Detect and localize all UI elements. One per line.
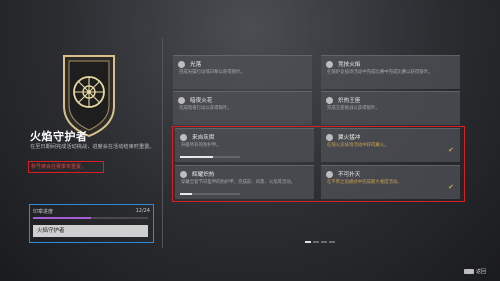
- triumph-card[interactable]: 暗夜火花 完成暗夜行动以获得银叶。: [173, 91, 312, 125]
- seal-progress-highlight: 印章进度 12/24 火焰守护者: [29, 204, 154, 243]
- triumph-name: 暗夜火花: [190, 98, 213, 104]
- seal-warning: 称号被会在赛季末重置。: [31, 164, 87, 170]
- keyboard-key-icon: [463, 269, 474, 274]
- panel-divider: [162, 38, 163, 248]
- seal-emblem-icon: [58, 52, 120, 138]
- page-dot[interactable]: [329, 241, 335, 243]
- triumph-card[interactable]: 光落 完成光操行动或日黎以获得银叶。: [173, 55, 312, 89]
- seal-panel: 火焰守护者 在至日期间完成活动挑战，进度会在活动结束时重置。 称号被会在赛季末重…: [0, 0, 162, 281]
- back-label: 返回: [475, 269, 486, 275]
- triumph-description: 完成王座挑战以获得银叶。: [327, 106, 380, 111]
- triumph-icon: [178, 61, 185, 68]
- page-dot[interactable]: [321, 241, 327, 243]
- triumph-description: 完成暗夜行动以获得银叶。: [179, 106, 232, 111]
- triumph-description: 在熔炉竞技场活动中完成比赛中完成比赛以获得银叶。: [327, 70, 433, 75]
- triumph-card[interactable]: 竞技火焰 在熔炉竞技场活动中完成比赛中完成比赛以获得银叶。: [321, 55, 460, 89]
- triumph-icon: [326, 61, 333, 68]
- page-dot[interactable]: [305, 241, 311, 243]
- progress-label: 印章进度: [33, 209, 54, 215]
- triumph-name: 炽热王座: [338, 98, 361, 104]
- seal-description: 在至日期间完成活动挑战，进度会在活动结束时重置。: [30, 144, 155, 150]
- triumph-name: 竞技火焰: [338, 62, 361, 68]
- triumph-group-highlight: [172, 126, 465, 202]
- progress-bar: [33, 217, 148, 219]
- equip-title-button[interactable]: 火焰守护者: [33, 225, 148, 237]
- seal-warning-highlight: 称号被会在赛季末重置。: [28, 161, 104, 173]
- triumph-description: 完成光操行动或日黎以获得银叶。: [179, 70, 245, 75]
- triumph-icon: [178, 97, 185, 104]
- page-dot[interactable]: [313, 241, 319, 243]
- progress-count: 12/24: [135, 208, 150, 214]
- back-button[interactable]: 返回: [463, 268, 486, 275]
- progress-bar-fill: [33, 217, 91, 219]
- triumph-icon: [326, 97, 333, 104]
- triumph-card[interactable]: 炽热王座 完成王座挑战以获得银叶。: [321, 91, 460, 125]
- seal-title: 火焰守护者: [30, 130, 88, 143]
- triumph-name: 光落: [190, 62, 202, 68]
